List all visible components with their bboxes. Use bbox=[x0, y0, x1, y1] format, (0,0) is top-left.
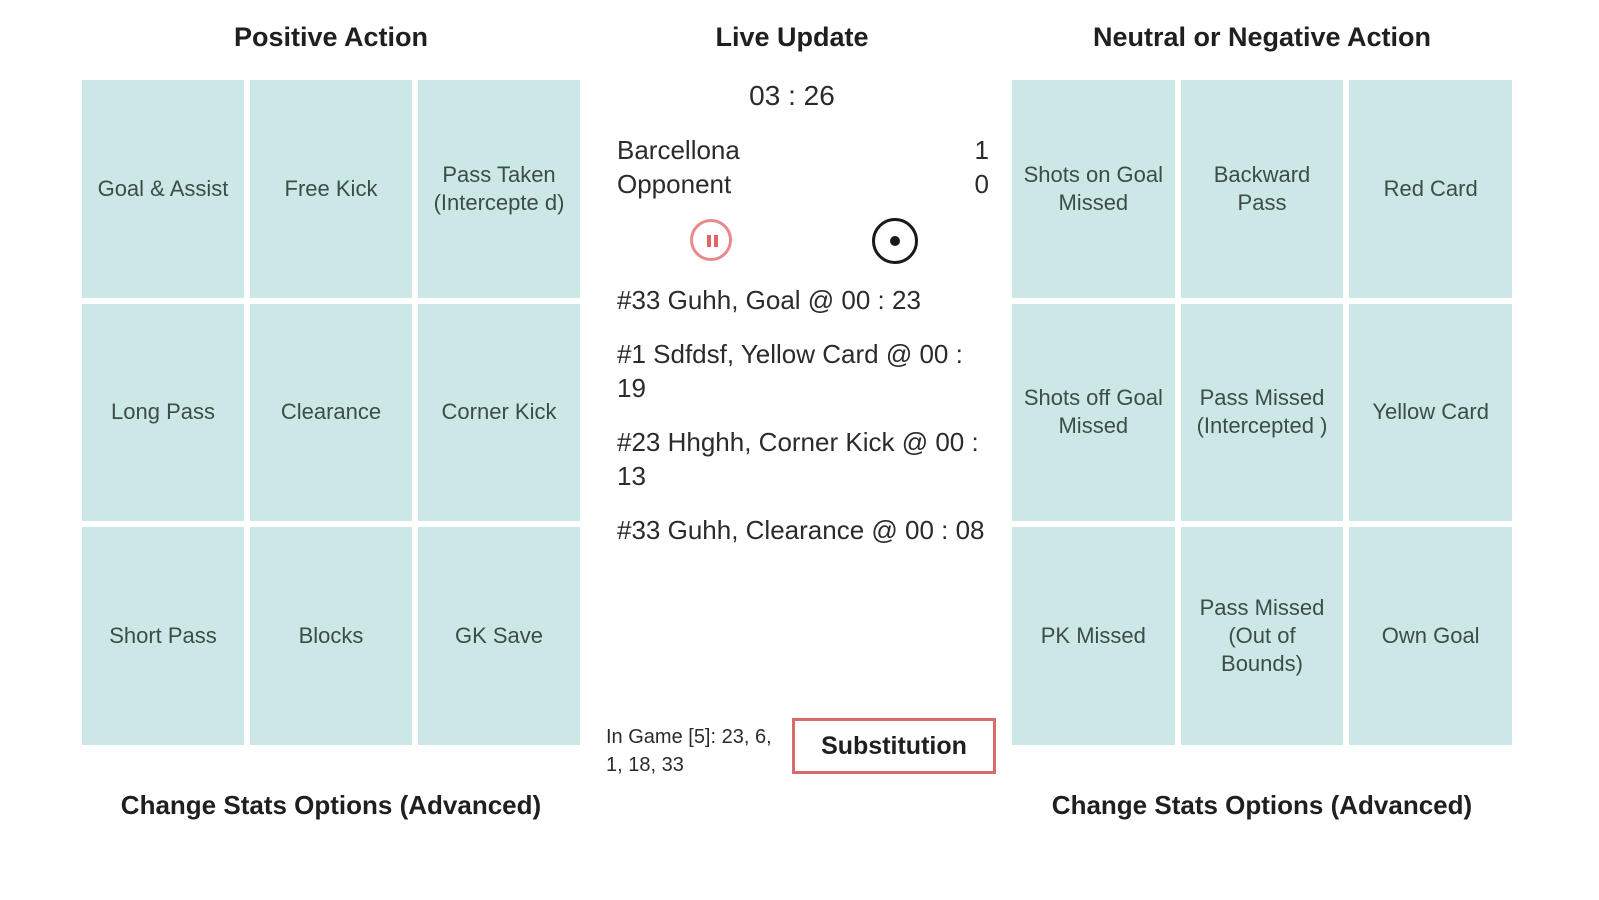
pause-icon[interactable] bbox=[690, 219, 732, 261]
negative-action-grid: Shots on Goal Missed Backward Pass Red C… bbox=[1012, 80, 1512, 745]
pass-missed-out-of-bounds-button[interactable]: Pass Missed (Out of Bounds) bbox=[1180, 527, 1344, 745]
red-card-button[interactable]: Red Card bbox=[1349, 80, 1512, 298]
home-score-row: Barcellona 1 bbox=[617, 135, 989, 166]
positive-action-grid: Goal & Assist Free Kick Pass Taken (Inte… bbox=[82, 80, 580, 745]
change-stats-options-right[interactable]: Change Stats Options (Advanced) bbox=[1012, 790, 1512, 821]
short-pass-button[interactable]: Short Pass bbox=[82, 527, 244, 745]
pass-taken-button[interactable]: Pass Taken (Intercepte d) bbox=[418, 80, 580, 298]
clearance-button[interactable]: Clearance bbox=[250, 303, 412, 522]
goal-assist-button[interactable]: Goal & Assist bbox=[82, 80, 244, 298]
positive-action-title: Positive Action bbox=[233, 22, 429, 52]
away-score-row: Opponent 0 bbox=[617, 169, 989, 200]
away-team-score: 0 bbox=[974, 169, 989, 199]
corner-kick-button[interactable]: Corner Kick bbox=[418, 303, 580, 522]
shots-off-goal-missed-button[interactable]: Shots off Goal Missed bbox=[1012, 303, 1175, 522]
home-team-score: 1 bbox=[974, 135, 989, 165]
substitution-button[interactable]: Substitution bbox=[792, 718, 996, 774]
change-stats-options-left[interactable]: Change Stats Options (Advanced) bbox=[82, 790, 580, 821]
live-update-title: Live Update bbox=[715, 22, 869, 52]
pk-missed-button[interactable]: PK Missed bbox=[1012, 527, 1175, 745]
feed-item: #33 Guhh, Goal @ 00 : 23 bbox=[617, 285, 921, 315]
feed-item: #1 Sdfdsf, Yellow Card @ 00 : 19 bbox=[617, 339, 963, 403]
gk-save-button[interactable]: GK Save bbox=[418, 527, 580, 745]
backward-pass-button[interactable]: Backward Pass bbox=[1180, 80, 1344, 298]
own-goal-button[interactable]: Own Goal bbox=[1349, 527, 1512, 745]
long-pass-button[interactable]: Long Pass bbox=[82, 303, 244, 522]
free-kick-button[interactable]: Free Kick bbox=[250, 80, 412, 298]
away-team-name: Opponent bbox=[617, 169, 732, 199]
home-team-name: Barcellona bbox=[617, 135, 740, 165]
event-feed: #33 Guhh, Goal @ 00 : 23 #1 Sdfdsf, Yell… bbox=[617, 283, 989, 567]
feed-item: #33 Guhh, Clearance @ 00 : 08 bbox=[617, 515, 985, 545]
blocks-button[interactable]: Blocks bbox=[250, 527, 412, 745]
in-game-players: In Game [5]: 23, 6, 1, 18, 33 bbox=[606, 726, 772, 776]
pass-missed-intercepted-button[interactable]: Pass Missed (Intercepted ) bbox=[1180, 303, 1344, 522]
match-timer: 03 : 26 bbox=[749, 80, 835, 111]
feed-item: #23 Hhghh, Corner Kick @ 00 : 13 bbox=[617, 427, 979, 491]
record-icon[interactable] bbox=[872, 218, 918, 264]
yellow-card-button[interactable]: Yellow Card bbox=[1349, 303, 1512, 522]
shots-on-goal-missed-button[interactable]: Shots on Goal Missed bbox=[1012, 80, 1175, 298]
negative-action-title: Neutral or Negative Action bbox=[1092, 22, 1432, 52]
